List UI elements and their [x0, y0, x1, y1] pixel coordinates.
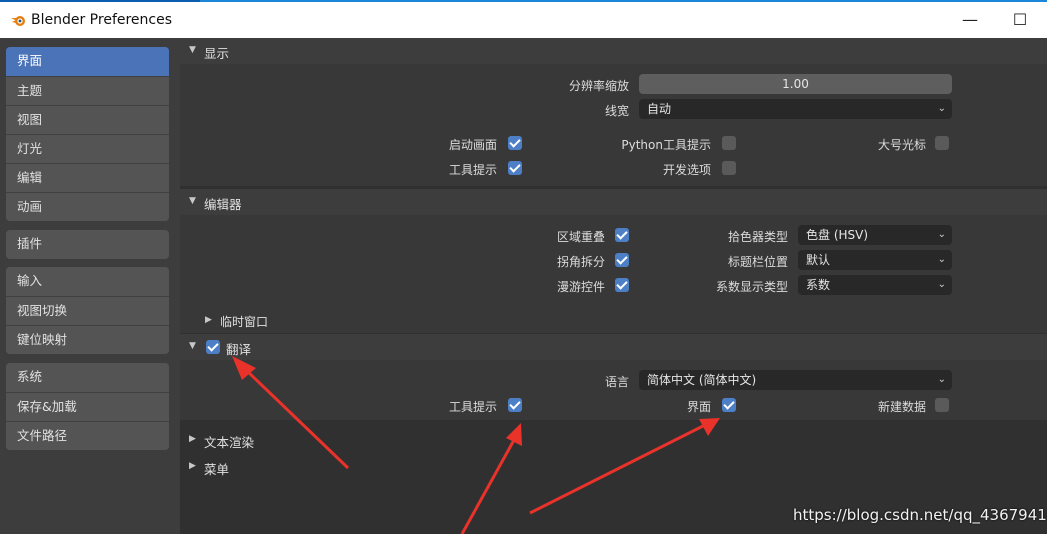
- python-tooltips-label: Python工具提示: [621, 138, 711, 152]
- color-picker-type-select[interactable]: 色盘 (HSV) ⌄: [798, 225, 952, 245]
- sidebar-item-input[interactable]: 输入: [6, 267, 169, 296]
- tooltips-checkbox[interactable]: [508, 161, 522, 175]
- sidebar-item-keymap[interactable]: 键位映射: [6, 325, 169, 354]
- chevron-down-icon: ⌄: [937, 254, 946, 265]
- sidebar-group-addons: 插件: [6, 230, 169, 259]
- chevron-down-icon: ⌄: [937, 229, 946, 240]
- sidebar-item-lights[interactable]: 灯光: [6, 134, 169, 163]
- navigation-controls-checkbox[interactable]: [615, 278, 629, 292]
- window-title: Blender Preferences: [31, 12, 173, 28]
- line-width-label: 线宽: [604, 104, 629, 118]
- panel-body-editors: 区域重叠 拾色器类型 色盘 (HSV) ⌄ 拐角拆分 标题栏位置 默认 ⌄ 漫游…: [180, 215, 1047, 333]
- collapse-triangle-icon: ▼: [189, 196, 196, 206]
- large-cursor-checkbox[interactable]: [935, 136, 949, 150]
- panel-title-menus: 菜单: [204, 462, 230, 477]
- preferences-sidebar: 界面 主题 视图 灯光 编辑 动画 插件 输入 视图切换 键位映射 系统 保存&…: [0, 38, 180, 534]
- expand-triangle-icon: ▶: [205, 315, 212, 325]
- panel-header-translation[interactable]: ▼ 翻译: [180, 334, 1047, 360]
- chevron-down-icon: ⌄: [937, 374, 946, 385]
- tooltips-label: 工具提示: [448, 163, 497, 177]
- window-titlebar: Blender Preferences — ☐: [0, 0, 1047, 38]
- panel-title-translation: 翻译: [226, 342, 252, 357]
- minimize-button[interactable]: —: [955, 8, 985, 32]
- sidebar-item-navigation[interactable]: 视图切换: [6, 296, 169, 325]
- sidebar-group-system: 系统 保存&加载 文件路径: [6, 363, 169, 450]
- factor-display-type-label: 系数显示类型: [715, 280, 788, 294]
- collapse-triangle-icon: ▼: [189, 341, 196, 351]
- sidebar-item-addons[interactable]: 插件: [6, 230, 169, 259]
- corner-splitting-label: 拐角拆分: [556, 255, 605, 269]
- resolution-scale-label: 分辨率缩放: [568, 79, 629, 93]
- sidebar-item-editing[interactable]: 编辑: [6, 163, 169, 192]
- panel-header-display[interactable]: ▼ 显示: [180, 38, 1047, 64]
- color-picker-type-label: 拾色器类型: [727, 230, 788, 244]
- sidebar-item-themes[interactable]: 主题: [6, 76, 169, 105]
- panel-title-text-rendering: 文本渲染: [204, 435, 255, 450]
- color-picker-type-value: 色盘 (HSV): [806, 228, 869, 242]
- titlebar-accent-line: [0, 0, 200, 2]
- region-overlap-label: 区域重叠: [556, 230, 605, 244]
- navigation-controls-label: 漫游控件: [556, 280, 605, 294]
- translate-interface-checkbox[interactable]: [722, 398, 736, 412]
- sidebar-item-animation[interactable]: 动画: [6, 192, 169, 221]
- line-width-select[interactable]: 自动 ⌄: [639, 99, 952, 119]
- translate-tooltips-label: 工具提示: [448, 400, 497, 414]
- watermark-text: https://blog.csdn.net/qq_43679414: [793, 506, 1047, 524]
- chevron-down-icon: ⌄: [937, 103, 946, 114]
- splash-label: 启动画面: [448, 138, 497, 152]
- language-value: 简体中文 (简体中文): [647, 373, 757, 387]
- temporary-windows-subpanel[interactable]: 临时窗口: [220, 313, 268, 330]
- header-position-label: 标题栏位置: [727, 255, 788, 269]
- panel-header-editors[interactable]: ▼ 编辑器: [180, 189, 1047, 215]
- sidebar-item-file-paths[interactable]: 文件路径: [6, 421, 169, 450]
- panel-header-menus[interactable]: ▶ 菜单: [180, 454, 1047, 480]
- sidebar-item-viewport[interactable]: 视图: [6, 105, 169, 134]
- translate-new-data-checkbox[interactable]: [935, 398, 949, 412]
- translate-tooltips-checkbox[interactable]: [508, 398, 522, 412]
- panel-header-text-rendering[interactable]: ▶ 文本渲染: [180, 427, 1047, 453]
- splash-checkbox[interactable]: [508, 136, 522, 150]
- sidebar-group-input: 输入 视图切换 键位映射: [6, 267, 169, 354]
- corner-splitting-checkbox[interactable]: [615, 253, 629, 267]
- factor-display-type-value: 系数: [806, 278, 831, 292]
- language-select[interactable]: 简体中文 (简体中文) ⌄: [639, 370, 952, 390]
- maximize-button[interactable]: ☐: [1005, 8, 1035, 32]
- blender-logo-icon: [11, 16, 25, 26]
- panel-title-display: 显示: [204, 46, 230, 61]
- line-width-value: 自动: [647, 102, 672, 116]
- region-overlap-checkbox[interactable]: [615, 228, 629, 242]
- resolution-scale-field[interactable]: 1.00: [639, 74, 952, 94]
- expand-triangle-icon: ▶: [189, 461, 196, 471]
- sidebar-item-interface[interactable]: 界面: [6, 47, 169, 76]
- header-position-value: 默认: [806, 253, 831, 267]
- sidebar-item-save-load[interactable]: 保存&加载: [6, 392, 169, 421]
- panel-title-editors: 编辑器: [204, 197, 242, 212]
- large-cursor-label: 大号光标: [877, 138, 926, 152]
- language-label: 语言: [604, 375, 629, 389]
- translate-new-data-label: 新建数据: [877, 400, 926, 414]
- python-tooltips-checkbox[interactable]: [722, 136, 736, 150]
- header-position-select[interactable]: 默认 ⌄: [798, 250, 952, 270]
- factor-display-type-select[interactable]: 系数 ⌄: [798, 275, 952, 295]
- developer-extras-checkbox[interactable]: [722, 161, 736, 175]
- expand-triangle-icon: ▶: [189, 434, 196, 444]
- developer-extras-label: 开发选项: [662, 163, 711, 177]
- translation-enable-checkbox[interactable]: [206, 340, 220, 354]
- sidebar-item-system[interactable]: 系统: [6, 363, 169, 392]
- preferences-main: ▼ 显示 分辨率缩放 1.00 线宽 自动 ⌄ 启动画面 Python工具提示 …: [180, 38, 1047, 534]
- panel-body-display: 分辨率缩放 1.00 线宽 自动 ⌄ 启动画面 Python工具提示 大号光标 …: [180, 64, 1047, 186]
- collapse-triangle-icon: ▼: [189, 45, 196, 55]
- translate-interface-label: 界面: [686, 400, 711, 414]
- panel-body-translation: 语言 简体中文 (简体中文) ⌄ 工具提示 界面 新建数据: [180, 360, 1047, 420]
- chevron-down-icon: ⌄: [937, 279, 946, 290]
- sidebar-group-general: 界面 主题 视图 灯光 编辑 动画: [6, 47, 169, 221]
